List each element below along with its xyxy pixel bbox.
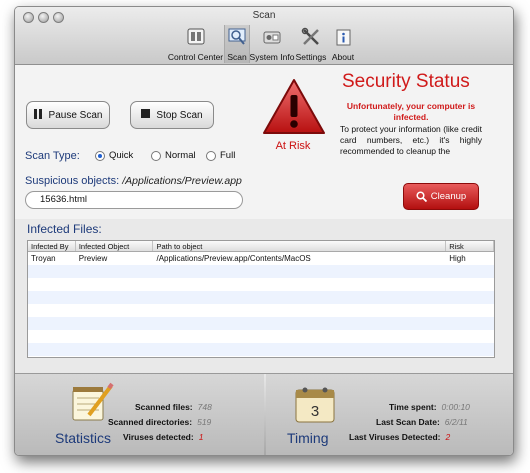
scan-type-label: Scan Type: — [25, 150, 80, 162]
stat-value: 0:00:10 — [441, 402, 470, 412]
window-title: Scan — [252, 10, 276, 21]
summary-panel: Statistics Scanned files: 748 Scanned dir… — [15, 373, 513, 455]
calendar-day: 3 — [311, 403, 319, 420]
status-description: To protect your information (like credit… — [340, 124, 482, 156]
toolbar-label: About — [331, 52, 355, 62]
current-file-field: 15636.html — [25, 191, 243, 209]
stop-icon — [141, 109, 151, 121]
scan-type-full-radio[interactable]: Full — [206, 150, 235, 161]
empty-row — [28, 330, 494, 343]
cell-risk: High — [449, 254, 466, 263]
cleanup-label: Cleanup — [430, 191, 467, 202]
table-header: Infected By Infected Object Path to obje… — [28, 241, 494, 252]
stat-value: 2 — [445, 432, 451, 442]
infected-files-label: Infected Files: — [27, 222, 102, 236]
stat-label: Time spent: — [389, 402, 437, 412]
pause-scan-label: Pause Scan — [48, 109, 103, 121]
empty-row — [28, 317, 494, 330]
scan-control-panel: Pause Scan Stop Scan Scan Type: Quick No… — [15, 65, 513, 219]
scan-type-normal-radio[interactable]: Normal — [151, 150, 196, 161]
stat-label: Viruses detected: — [123, 432, 194, 442]
system-info-icon — [263, 31, 281, 44]
stat-scanned-files: Scanned files: 748 — [135, 402, 212, 412]
empty-row — [28, 265, 494, 278]
cleanup-button[interactable]: Cleanup — [403, 183, 479, 210]
stat-label: Last Scan Date: — [376, 417, 440, 427]
empty-row — [28, 343, 494, 356]
stat-label: Scanned files: — [135, 402, 193, 412]
toolbar: Control Center Scan System Info Settings… — [167, 25, 358, 63]
timing-title: Timing — [287, 430, 329, 446]
pause-scan-button[interactable]: Pause Scan — [26, 101, 110, 129]
scan-type-quick-radio[interactable]: Quick — [95, 150, 133, 161]
warning-triangle-icon — [263, 79, 325, 134]
timing-last-viruses: Last Viruses Detected: 2 — [349, 432, 450, 442]
stop-scan-button[interactable]: Stop Scan — [130, 101, 214, 129]
toolbar-about[interactable]: About — [328, 25, 358, 63]
about-icon — [336, 29, 351, 46]
statistics-title: Statistics — [55, 430, 112, 446]
timing-time-spent: Time spent: 0:00:10 — [389, 402, 470, 412]
suspicious-objects-label: Suspicious objects: /Applications/Previe… — [25, 175, 242, 187]
cell-infected-object: Preview — [78, 254, 108, 263]
stat-value: 1 — [198, 432, 204, 442]
app-window: Scan Control Center Scan System Info Set… — [14, 6, 514, 456]
suspicious-objects-path: /Applications/Preview.app — [122, 175, 242, 187]
radio-label: Full — [220, 150, 236, 161]
radio-dot — [151, 150, 161, 161]
stat-value: 748 — [197, 402, 212, 412]
stat-label: Scanned directories: — [108, 417, 193, 427]
radio-dot — [206, 150, 216, 161]
empty-row — [28, 291, 494, 304]
column-risk[interactable]: Risk — [446, 241, 494, 251]
stat-value: 6/2/11 — [444, 417, 468, 427]
title-bar: Scan Control Center Scan System Info Set… — [15, 7, 513, 65]
radio-dot — [95, 150, 105, 161]
empty-row — [28, 278, 494, 291]
column-infected-by[interactable]: Infected By — [28, 241, 76, 251]
security-status-title: Security Status — [342, 71, 470, 92]
settings-icon — [301, 27, 319, 45]
stat-label: Last Viruses Detected: — [349, 432, 441, 442]
timing-last-scan-date: Last Scan Date: 6/2/11 — [376, 417, 468, 427]
stop-scan-label: Stop Scan — [156, 109, 203, 121]
stat-value: 519 — [197, 417, 212, 427]
infection-warning: Unfortunately, your computer is infected… — [346, 101, 476, 122]
scan-icon — [228, 28, 246, 45]
control-center-icon — [187, 28, 204, 45]
radio-label: Normal — [165, 150, 196, 161]
magnifier-icon — [416, 191, 427, 202]
radio-label: Quick — [109, 150, 134, 161]
summary-divider — [264, 374, 266, 455]
calendar-icon: 3 — [295, 387, 335, 423]
risk-level-label: At Risk — [275, 140, 311, 152]
table-row[interactable]: Troyan Preview /Applications/Preview.app… — [28, 252, 494, 265]
stat-viruses-detected: Viruses detected: 1 — [123, 432, 203, 442]
suspicious-objects-title: Suspicious objects: — [25, 175, 120, 187]
cell-infected-by: Troyan — [31, 254, 56, 263]
infected-files-table[interactable]: Infected By Infected Object Path to obje… — [27, 240, 495, 358]
cell-path: /Applications/Preview.app/Contents/MacOS — [156, 254, 311, 263]
empty-row — [28, 304, 494, 317]
column-path[interactable]: Path to object — [153, 241, 447, 251]
stat-scanned-directories: Scanned directories: 519 — [108, 417, 211, 427]
pause-icon — [33, 108, 43, 122]
column-infected-object[interactable]: Infected Object — [76, 241, 154, 251]
